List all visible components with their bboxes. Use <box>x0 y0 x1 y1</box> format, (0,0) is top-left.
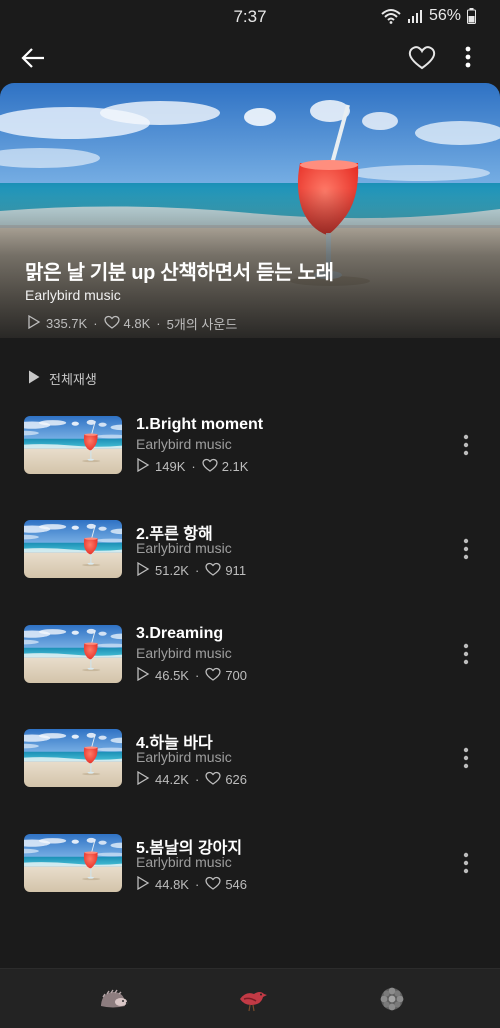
track-title: 3.Dreaming <box>136 625 224 642</box>
bottom-nav <box>0 968 500 1028</box>
like-count-icon <box>205 876 221 893</box>
like-count-icon <box>205 667 221 684</box>
track-stats: 44.2K · 626 <box>136 770 248 788</box>
track-title: 1.Bright moment <box>136 416 264 433</box>
play-icon <box>28 370 40 387</box>
separator-dot: · <box>93 316 98 331</box>
play-count-icon <box>27 314 41 332</box>
playlist-stats: 335.7K · 4.8K · 5개의 사운드 <box>27 314 237 333</box>
flower-icon[interactable] <box>376 985 408 1013</box>
more-vertical-icon[interactable] <box>456 42 480 74</box>
track-stats: 149K · 2.1K <box>136 457 249 475</box>
playlist-sound-count: 5개의 사운드 <box>166 317 238 332</box>
track-artist: Earlybird music <box>136 854 232 870</box>
playlist-title: 맑은 날 기분 up 산책하면서 듣는 노래 <box>25 262 334 284</box>
like-count-icon <box>202 458 218 475</box>
track-thumbnail <box>24 834 122 892</box>
play-all-label: 전체재생 <box>49 372 97 387</box>
play-count-icon <box>136 457 150 475</box>
like-count-icon <box>205 562 221 579</box>
track-thumbnail <box>24 520 122 578</box>
play-count-icon <box>136 666 150 684</box>
track-stats: 46.5K · 700 <box>136 666 248 684</box>
more-vertical-icon[interactable] <box>458 745 474 771</box>
track-likes: 546 <box>225 877 248 892</box>
like-count-icon <box>103 315 120 332</box>
playlist-plays: 335.7K <box>46 316 88 331</box>
play-count-icon <box>136 770 150 788</box>
status-bar: 7:37 56% <box>0 0 500 34</box>
track-likes: 626 <box>225 772 248 787</box>
track-artist: Earlybird music <box>136 540 232 556</box>
wifi-icon <box>381 8 401 24</box>
screen: 7:37 56% 맑은 날 기분 up 산책하면서 듣는 노래 Earlybir… <box>0 0 500 1028</box>
back-arrow-icon[interactable] <box>18 42 50 74</box>
track-artist: Earlybird music <box>136 436 232 452</box>
more-vertical-icon[interactable] <box>458 536 474 562</box>
track-item[interactable]: 3.Dreaming Earlybird music 46.5K · 700 <box>0 625 500 695</box>
hedgehog-icon[interactable] <box>97 985 129 1013</box>
track-thumbnail <box>24 416 122 474</box>
track-likes: 2.1K <box>221 459 249 474</box>
app-bar <box>0 34 500 80</box>
track-thumbnail <box>24 625 122 683</box>
track-stats: 51.2K · 911 <box>136 561 247 579</box>
like-count-icon <box>205 771 221 788</box>
track-likes: 700 <box>225 668 248 683</box>
bird-icon[interactable] <box>236 985 268 1013</box>
track-artist: Earlybird music <box>136 645 232 661</box>
more-vertical-icon[interactable] <box>458 850 474 876</box>
track-plays: 46.5K <box>155 668 189 683</box>
separator-dot: · <box>191 459 196 474</box>
status-icons: 56% <box>381 7 476 25</box>
track-item[interactable]: 4.하늘 바다 Earlybird music 44.2K · 626 <box>0 729 500 799</box>
track-stats: 44.8K · 546 <box>136 875 248 893</box>
track-plays: 44.2K <box>155 772 189 787</box>
signal-icon <box>407 9 423 23</box>
play-all-button[interactable]: 전체재생 <box>28 369 97 388</box>
battery-percent: 56% <box>428 7 461 24</box>
separator-dot: · <box>194 563 200 578</box>
heart-outline-icon[interactable] <box>406 42 438 74</box>
track-item[interactable]: 1.Bright moment Earlybird music 149K · 2… <box>0 416 500 486</box>
track-thumbnail <box>24 729 122 787</box>
separator-dot: · <box>194 772 200 787</box>
more-vertical-icon[interactable] <box>458 432 474 458</box>
playlist-likes: 4.8K <box>123 316 151 331</box>
play-count-icon <box>136 561 150 579</box>
play-count-icon <box>136 875 150 893</box>
separator-dot: · <box>194 877 200 892</box>
battery-icon <box>467 8 476 24</box>
separator-dot: · <box>194 668 200 683</box>
playlist-artist[interactable]: Earlybird music <box>25 287 121 303</box>
playlist-hero: 맑은 날 기분 up 산책하면서 듣는 노래 Earlybird music 3… <box>0 83 500 338</box>
track-plays: 149K <box>155 459 186 474</box>
separator-dot: · <box>156 316 161 331</box>
track-plays: 44.8K <box>155 877 189 892</box>
track-item[interactable]: 2.푸른 항해 Earlybird music 51.2K · 911 <box>0 520 500 590</box>
status-time: 7:37 <box>233 7 267 26</box>
track-likes: 911 <box>225 563 247 578</box>
track-plays: 51.2K <box>155 563 189 578</box>
track-artist: Earlybird music <box>136 749 232 765</box>
track-item[interactable]: 5.봄날의 강아지 Earlybird music 44.8K · 546 <box>0 834 500 904</box>
more-vertical-icon[interactable] <box>458 641 474 667</box>
